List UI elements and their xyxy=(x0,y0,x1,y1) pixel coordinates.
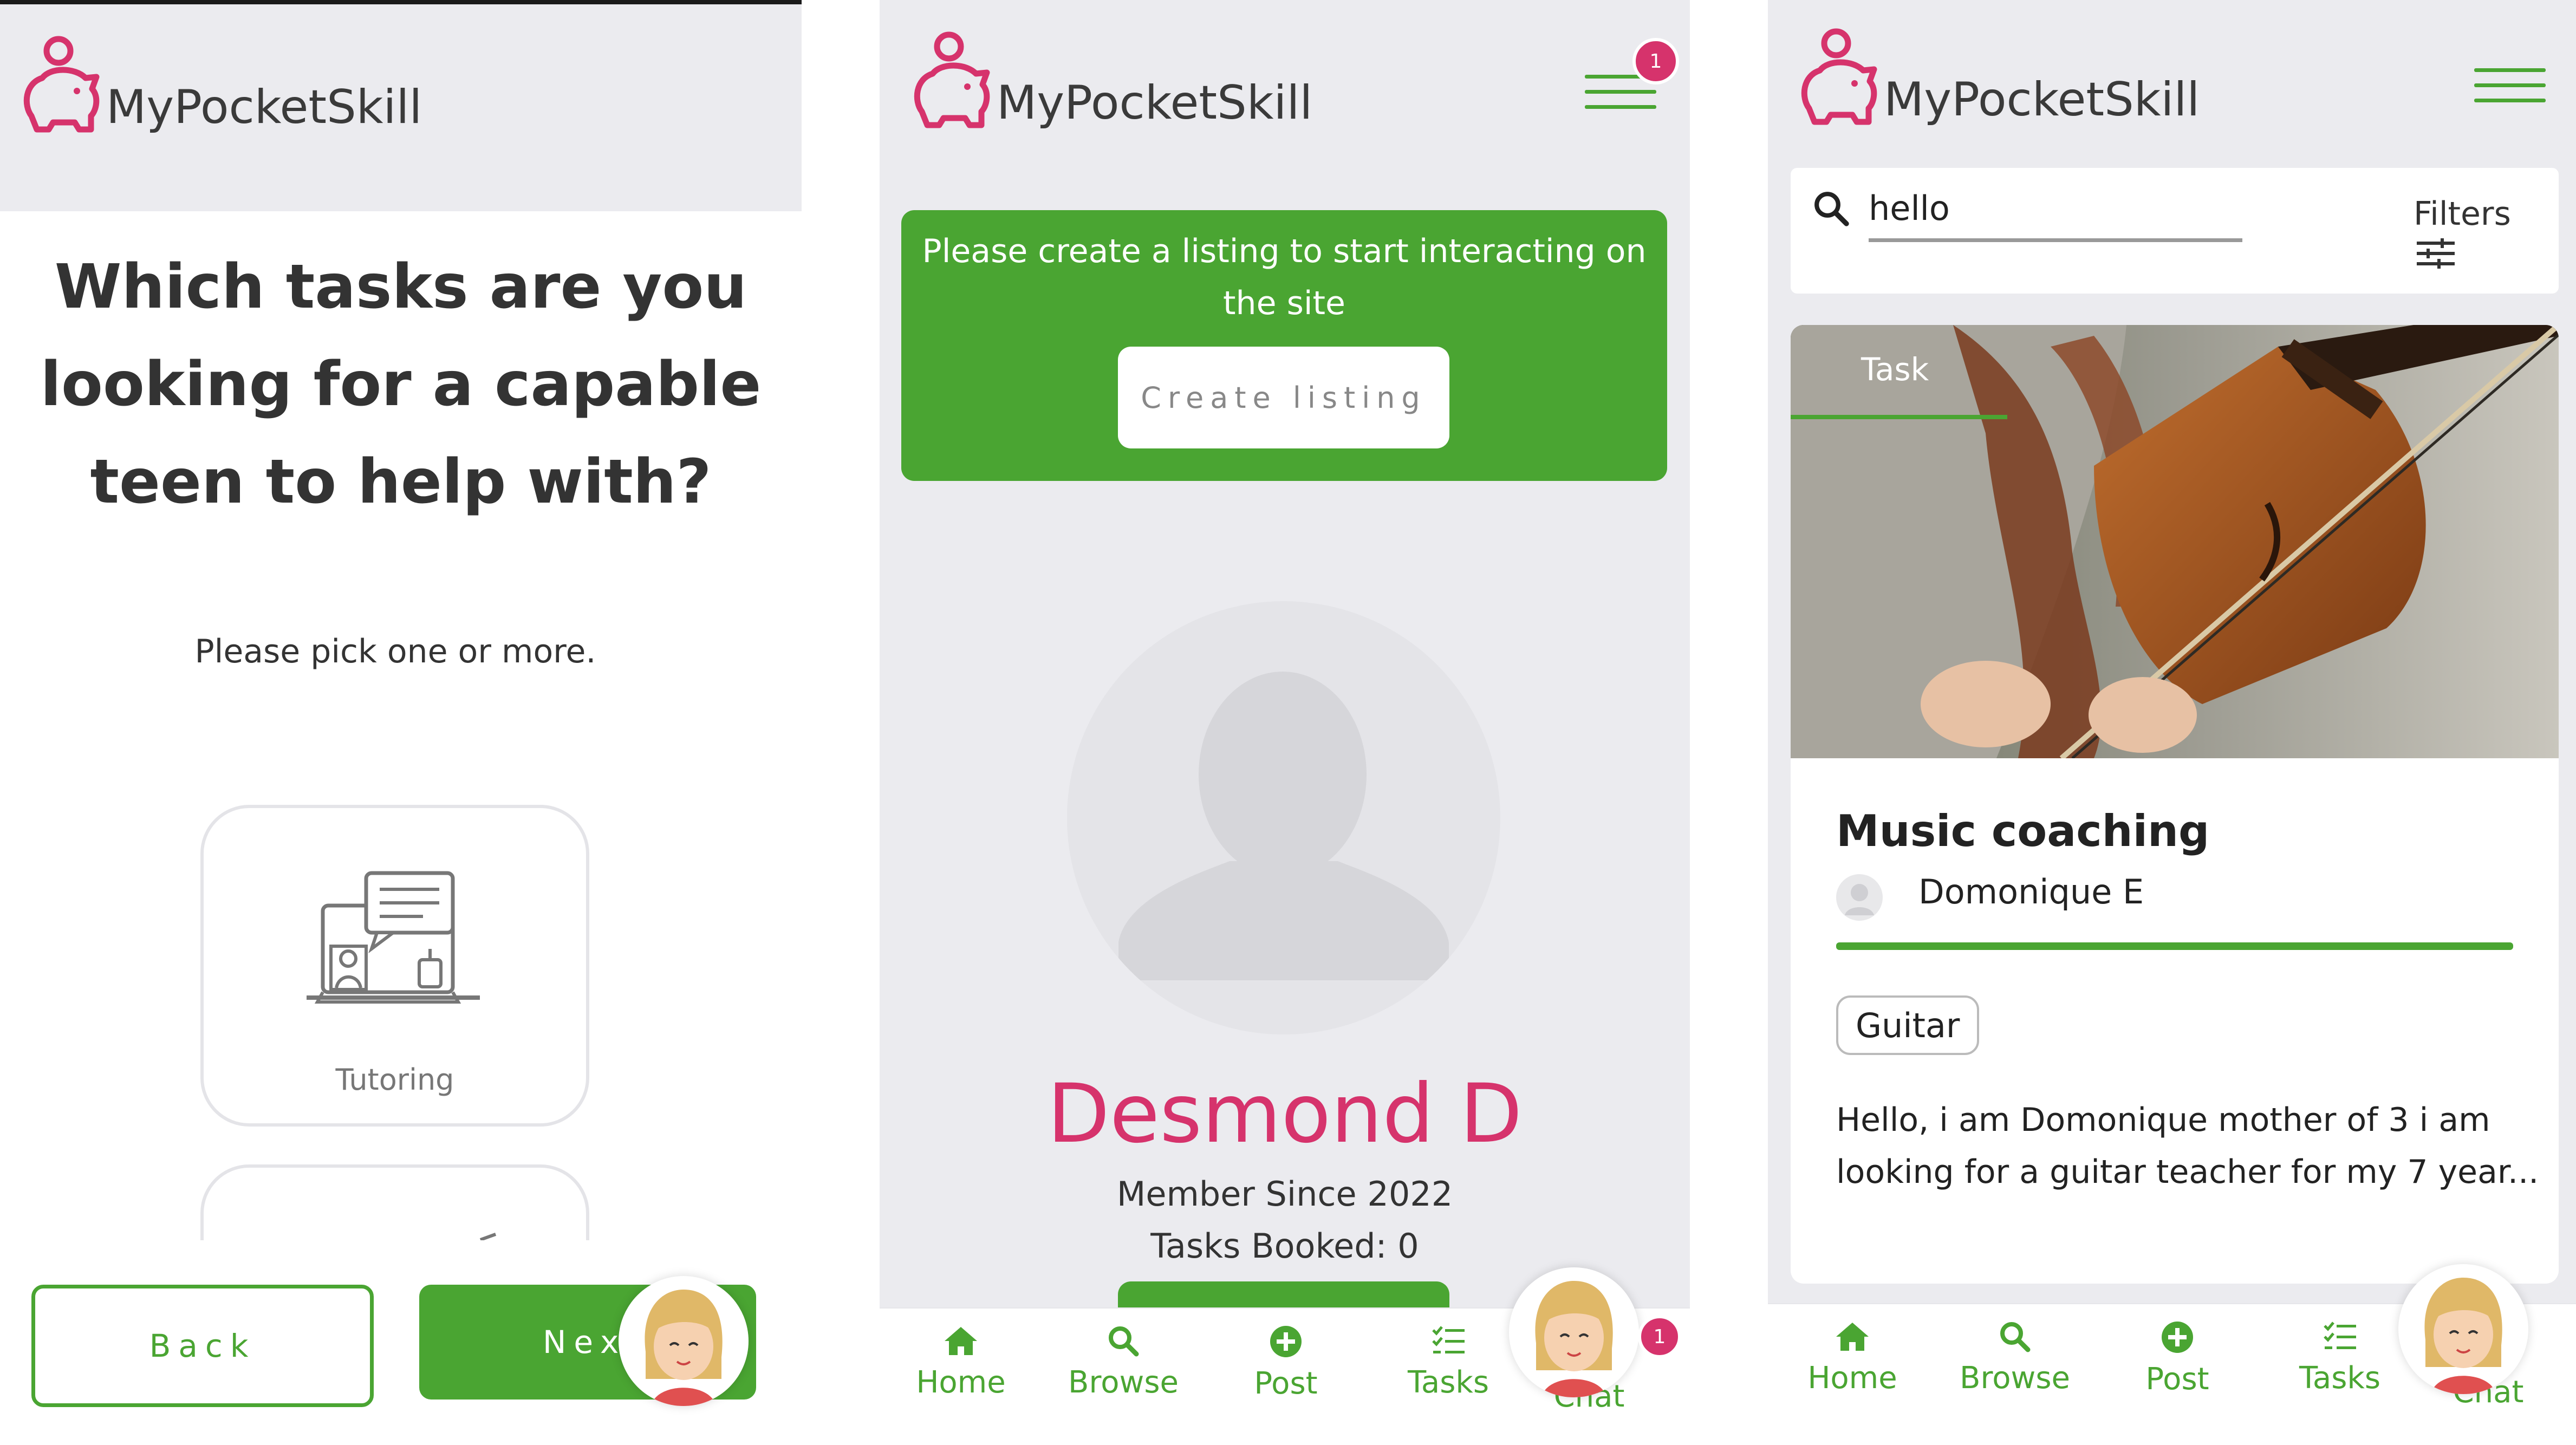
task-tag-underline xyxy=(1791,415,2007,419)
nav-post-label: Post xyxy=(1254,1366,1318,1401)
banner-line: the site xyxy=(1223,284,1345,322)
filters-label: Filters xyxy=(2414,195,2511,233)
brand-logo[interactable]: MyPocketSkill xyxy=(1798,27,2200,130)
nav-home-label: Home xyxy=(916,1365,1006,1400)
tasks-booked-value: 0 xyxy=(1397,1226,1419,1266)
onboarding-question: Which tasks are you looking for a capabl… xyxy=(32,238,769,531)
brand-logo[interactable]: MyPocketSkill xyxy=(911,30,1312,133)
task-image: Task xyxy=(1791,325,2559,758)
member-since: Member Since 2022 xyxy=(1116,1174,1453,1214)
nav-post-label: Post xyxy=(2145,1362,2209,1397)
brand-name: MyPocketSkill xyxy=(997,76,1313,130)
pick-hint: Please pick one or more. xyxy=(194,633,596,671)
description-line: Hello, i am Domonique mother of 3 i am xyxy=(1836,1101,2490,1139)
nav-tasks[interactable]: Tasks xyxy=(2280,1320,2399,1396)
brand-name: MyPocketSkill xyxy=(1884,73,2200,127)
task-card-label: Tutoring xyxy=(335,1063,454,1097)
user-silhouette-icon xyxy=(1118,672,1449,980)
create-listing-button[interactable]: Create listing xyxy=(1118,347,1449,448)
nav-browse-label: Browse xyxy=(1960,1361,2070,1396)
filters-button[interactable]: Filters xyxy=(2414,195,2559,271)
girl-avatar-icon xyxy=(624,1281,743,1406)
tasks-booked-label: Tasks Booked: xyxy=(1150,1226,1387,1266)
task-title: Music coaching xyxy=(1836,806,2210,856)
browse-screen: MyPocketSkill hello Filters Task Music c… xyxy=(1768,0,2576,1445)
task-card-next[interactable] xyxy=(200,1164,589,1240)
profile-avatar[interactable] xyxy=(1067,601,1500,1034)
nav-browse-label: Browse xyxy=(1068,1365,1179,1400)
search-icon xyxy=(2000,1322,2031,1352)
task-card-tutoring[interactable]: Tutoring xyxy=(200,805,589,1127)
task-description: Hello, i am Domonique mother of 3 i am l… xyxy=(1836,1094,2540,1198)
card-icon-fragment xyxy=(479,1233,497,1240)
online-tutoring-icon xyxy=(307,871,480,1004)
violin-photo xyxy=(1791,325,2559,758)
piggy-bank-icon xyxy=(1801,28,1877,125)
chat-avatar[interactable] xyxy=(1509,1267,1639,1397)
home-icon xyxy=(1836,1323,1869,1351)
nav-home-label: Home xyxy=(1807,1361,1897,1396)
nav-tasks-label: Tasks xyxy=(1407,1365,1489,1400)
search-icon xyxy=(1814,192,1849,226)
top-edge xyxy=(0,0,802,4)
chat-badge: 1 xyxy=(1638,1315,1681,1358)
brand-name: MyPocketSkill xyxy=(106,80,422,134)
skill-chip[interactable]: Guitar xyxy=(1836,995,1980,1055)
checklist-icon xyxy=(2324,1322,2356,1349)
nav-post[interactable]: Post xyxy=(1226,1325,1345,1401)
divider-bar xyxy=(1836,942,2513,950)
author-name[interactable]: Domonique E xyxy=(1918,872,2144,912)
search-bar: hello Filters xyxy=(1791,168,2559,294)
search-input[interactable]: hello xyxy=(1869,188,2242,242)
girl-avatar-icon xyxy=(1514,1273,1634,1397)
profile-name: Desmond D xyxy=(1047,1067,1523,1161)
back-button[interactable]: Back xyxy=(31,1285,374,1407)
girl-avatar-icon xyxy=(2404,1270,2523,1394)
nav-tasks[interactable]: Tasks xyxy=(1389,1325,1508,1400)
task-type-tag: Task xyxy=(1861,351,1929,388)
question-line: looking for a capable xyxy=(40,349,762,420)
author-avatar xyxy=(1836,874,1883,921)
search-icon xyxy=(1109,1326,1139,1357)
tasks-booked: Tasks Booked: 0 xyxy=(880,1226,1690,1266)
create-listing-banner: Please create a listing to start interac… xyxy=(901,210,1667,481)
onboarding-screen: MyPocketSkill Which tasks are you lookin… xyxy=(0,0,802,1445)
home-icon xyxy=(945,1327,977,1355)
checklist-icon xyxy=(1432,1326,1465,1353)
task-result-card[interactable]: Task Music coaching Domonique E Guitar H… xyxy=(1791,325,2559,1284)
banner-line: Please create a listing to start interac… xyxy=(922,232,1647,270)
plus-circle-icon xyxy=(1270,1326,1302,1357)
banner-text: Please create a listing to start interac… xyxy=(901,225,1667,329)
support-avatar[interactable] xyxy=(619,1276,749,1406)
user-silhouette-icon xyxy=(1845,884,1874,915)
nav-tasks-label: Tasks xyxy=(2299,1361,2381,1396)
piggy-bank-icon xyxy=(914,31,990,128)
chat-avatar[interactable] xyxy=(2398,1264,2528,1394)
question-line: teen to help with? xyxy=(90,447,712,517)
brand-logo[interactable]: MyPocketSkill xyxy=(21,35,422,138)
nav-home[interactable]: Home xyxy=(1793,1320,1912,1396)
sliders-icon xyxy=(2417,238,2455,269)
piggy-bank-icon xyxy=(23,36,100,133)
nav-browse[interactable]: Browse xyxy=(1064,1325,1183,1400)
notification-badge: 1 xyxy=(1632,38,1679,84)
profile-screen: MyPocketSkill 1 Please create a listing … xyxy=(880,0,1690,1445)
nav-home[interactable]: Home xyxy=(901,1325,1020,1400)
hamburger-menu-icon[interactable] xyxy=(2474,68,2546,103)
nav-browse[interactable]: Browse xyxy=(1955,1320,2074,1396)
question-line: Which tasks are you xyxy=(54,252,747,322)
back-button-label: Back xyxy=(149,1327,256,1364)
description-line: looking for a guitar teacher for my 7 ye… xyxy=(1836,1153,2539,1191)
nav-post[interactable]: Post xyxy=(2118,1320,2237,1397)
create-listing-label: Create listing xyxy=(1141,380,1427,415)
plus-circle-icon xyxy=(2162,1322,2193,1353)
